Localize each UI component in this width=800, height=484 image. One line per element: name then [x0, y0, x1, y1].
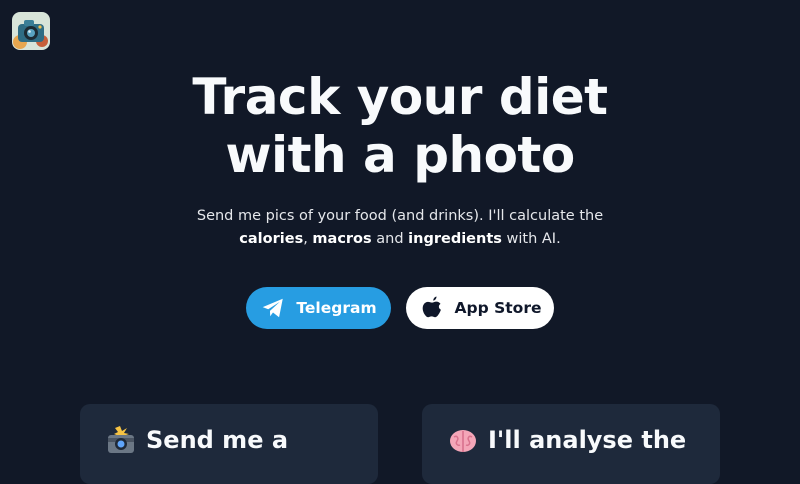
hero-subtitle: Send me pics of your food (and drinks). … — [0, 205, 800, 251]
subtitle-line-1: Send me pics of your food (and drinks). … — [196, 208, 604, 224]
subtitle-separator-2: and — [371, 231, 409, 247]
feature-card-analyse: I'll analyse the — [422, 404, 720, 484]
feature-card-send: Send me a — [80, 404, 378, 484]
telegram-button[interactable]: Telegram — [246, 287, 391, 329]
telegram-button-label: Telegram — [296, 299, 377, 317]
app-store-button[interactable]: App Store — [406, 287, 554, 329]
subtitle-suffix: with AI. — [501, 231, 561, 247]
hero-title-line-2: with a photo — [225, 126, 575, 184]
hero-title: Track your diet with a photo — [0, 68, 800, 184]
subtitle-line-2: calories, macros and ingredients with AI… — [0, 228, 800, 251]
app-logo[interactable] — [12, 12, 50, 50]
apple-icon — [419, 295, 445, 321]
macros-highlight: macros — [312, 231, 372, 247]
hero-title-line-1: Track your diet — [192, 68, 608, 126]
camera-food-logo-icon — [12, 12, 50, 50]
ingredients-highlight: ingredients — [408, 231, 502, 247]
app-store-button-label: App Store — [454, 299, 542, 317]
telegram-paper-plane-icon — [260, 295, 286, 321]
calories-highlight: calories — [239, 231, 304, 247]
